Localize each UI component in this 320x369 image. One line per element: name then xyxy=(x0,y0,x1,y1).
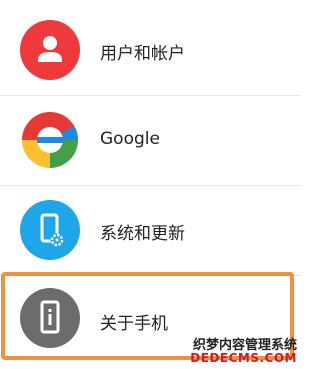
phone-info-icon xyxy=(20,288,80,348)
user-account-icon xyxy=(20,20,80,80)
settings-item-google[interactable]: Google xyxy=(0,95,301,185)
settings-item-label: 系统和更新 xyxy=(100,224,185,244)
watermark-url: DEDECMS.COM xyxy=(190,351,297,366)
settings-item-label: 关于手机 xyxy=(100,314,168,334)
settings-item-users-accounts[interactable]: 用户和帐户 xyxy=(0,5,301,95)
google-g-icon xyxy=(20,110,80,170)
settings-item-system-updates[interactable]: 系统和更新 xyxy=(0,185,301,275)
watermark: 织梦内容管理系统 DEDECMS.COM xyxy=(190,339,297,365)
settings-item-label: 用户和帐户 xyxy=(100,44,185,64)
phone-gear-icon xyxy=(20,200,80,260)
settings-list: 用户和帐户 Google 系统和更新 关于手机 xyxy=(0,0,301,369)
settings-item-label: Google xyxy=(100,129,160,149)
watermark-text: 织梦内容管理系统 xyxy=(192,337,297,353)
